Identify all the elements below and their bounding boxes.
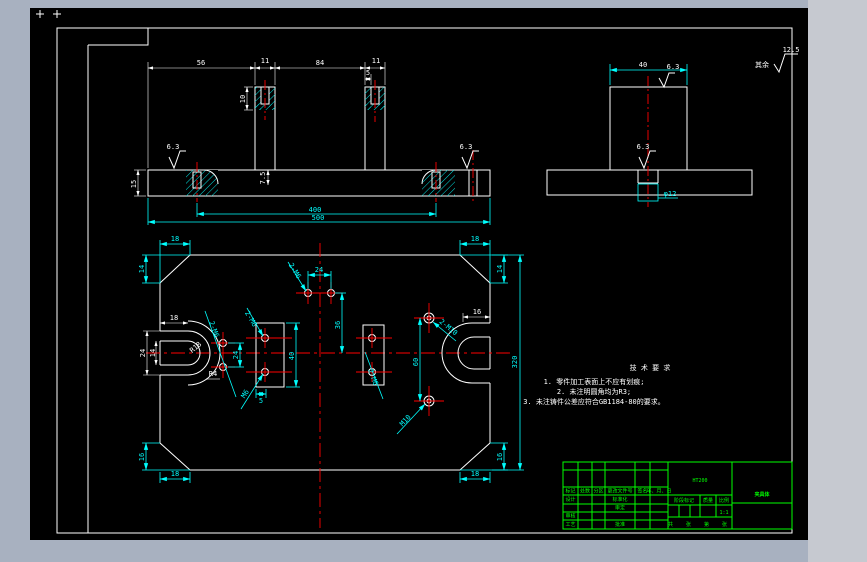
tb-mid-biaozhunhua: 标准化 (612, 496, 627, 503)
front-roughness-left: 6.3 (167, 143, 180, 151)
dim-br-16: 16 (496, 453, 504, 461)
dim-tl-14: 14 (138, 265, 146, 273)
dim-slot-14: 14 (149, 349, 157, 357)
tb-stage-label: 阶段标记 (674, 497, 694, 504)
dim-left-pad-height: 40 (288, 352, 296, 360)
dim-11-left: 11 (261, 57, 269, 65)
dim-top-holes-offset: 36 (334, 321, 342, 329)
dim-left-holes-spacing: 24 (232, 351, 240, 359)
dim-11-right: 11 (372, 57, 380, 65)
dim-84: 84 (316, 59, 324, 67)
dim-right-holes-spacing: 60 (412, 358, 420, 366)
dim-10: 10 (239, 95, 247, 103)
dim-slot-24: 24 (139, 349, 147, 357)
dim-bl-16: 16 (138, 453, 146, 461)
tb-sheet-note: 共 张 第 张 (668, 521, 732, 528)
tb-row-gongyi: 工艺 (565, 522, 575, 528)
tb-row-shenhe: 审核 (565, 513, 575, 520)
dim-400: 400 (309, 206, 322, 214)
tb-header-genggai: 更改文件号 (607, 488, 632, 495)
dim-tr-18: 18 (471, 235, 479, 243)
dim-40: 40 (639, 61, 647, 69)
tb-mid-pizhun: 批准 (615, 521, 625, 528)
dim-br-18: 18 (471, 470, 479, 478)
dim-bl-18: 18 (171, 470, 179, 478)
tb-scale-value: 1:1 (719, 510, 728, 516)
tech-req-line-2: 2. 未注明圆角均为R3; (557, 387, 631, 396)
side-roughness-hole: 6.3 (637, 143, 650, 151)
tech-req-line-1: 1. 零件加工表面上不应有划痕; (544, 377, 645, 386)
tb-header-chushu: 处数 (580, 488, 590, 495)
tech-req-title: 技 术 要 求 (630, 363, 671, 372)
side-roughness-top: 6.3 (667, 63, 680, 71)
tb-header-date: 年、月、日 (646, 488, 671, 495)
dim-top-holes-spacing: 24 (315, 266, 323, 274)
dim-slot-18: 18 (170, 314, 178, 322)
tb-part-name: 夹具体 (754, 491, 770, 498)
dim-left-pad-offset: 5 (259, 397, 263, 405)
tb-mid-shending: 审定 (615, 505, 625, 512)
side-hole-label: φ12 (664, 190, 677, 198)
side-panel (808, 0, 867, 562)
dim-320: 320 (511, 356, 519, 369)
dim-56: 56 (197, 59, 205, 67)
dim-tl-18: 18 (171, 235, 179, 243)
tb-header-fenqu: 分区 (593, 488, 603, 495)
dim-7-5: 7.5 (259, 172, 267, 185)
cad-canvas[interactable] (30, 8, 808, 540)
qiyu-label: 其余 (755, 60, 769, 69)
dim-slot-16: 16 (473, 308, 481, 316)
tb-material: HT200 (692, 478, 707, 484)
cad-window: 6.3 6.3 56 11 84 11 5 10 7.5 15 400 500 … (0, 0, 867, 562)
tech-req-line-3: 3. 未注铸件公差应符合GB1184-80的要求。 (523, 397, 665, 406)
tb-header-biaoji: 标记 (565, 488, 575, 495)
tb-row-sheji: 设计 (565, 496, 575, 503)
general-roughness-value: 12.5 (783, 46, 800, 54)
front-roughness-right: 6.3 (460, 143, 473, 151)
dim-500: 500 (312, 214, 325, 222)
label-r4: R4 (209, 370, 217, 378)
dim-5: 5 (366, 69, 370, 77)
dim-15: 15 (130, 180, 138, 188)
tb-weight-label: 质量 (703, 497, 713, 504)
tb-scale-label: 比例 (719, 497, 729, 504)
dim-tr-14: 14 (496, 265, 504, 273)
